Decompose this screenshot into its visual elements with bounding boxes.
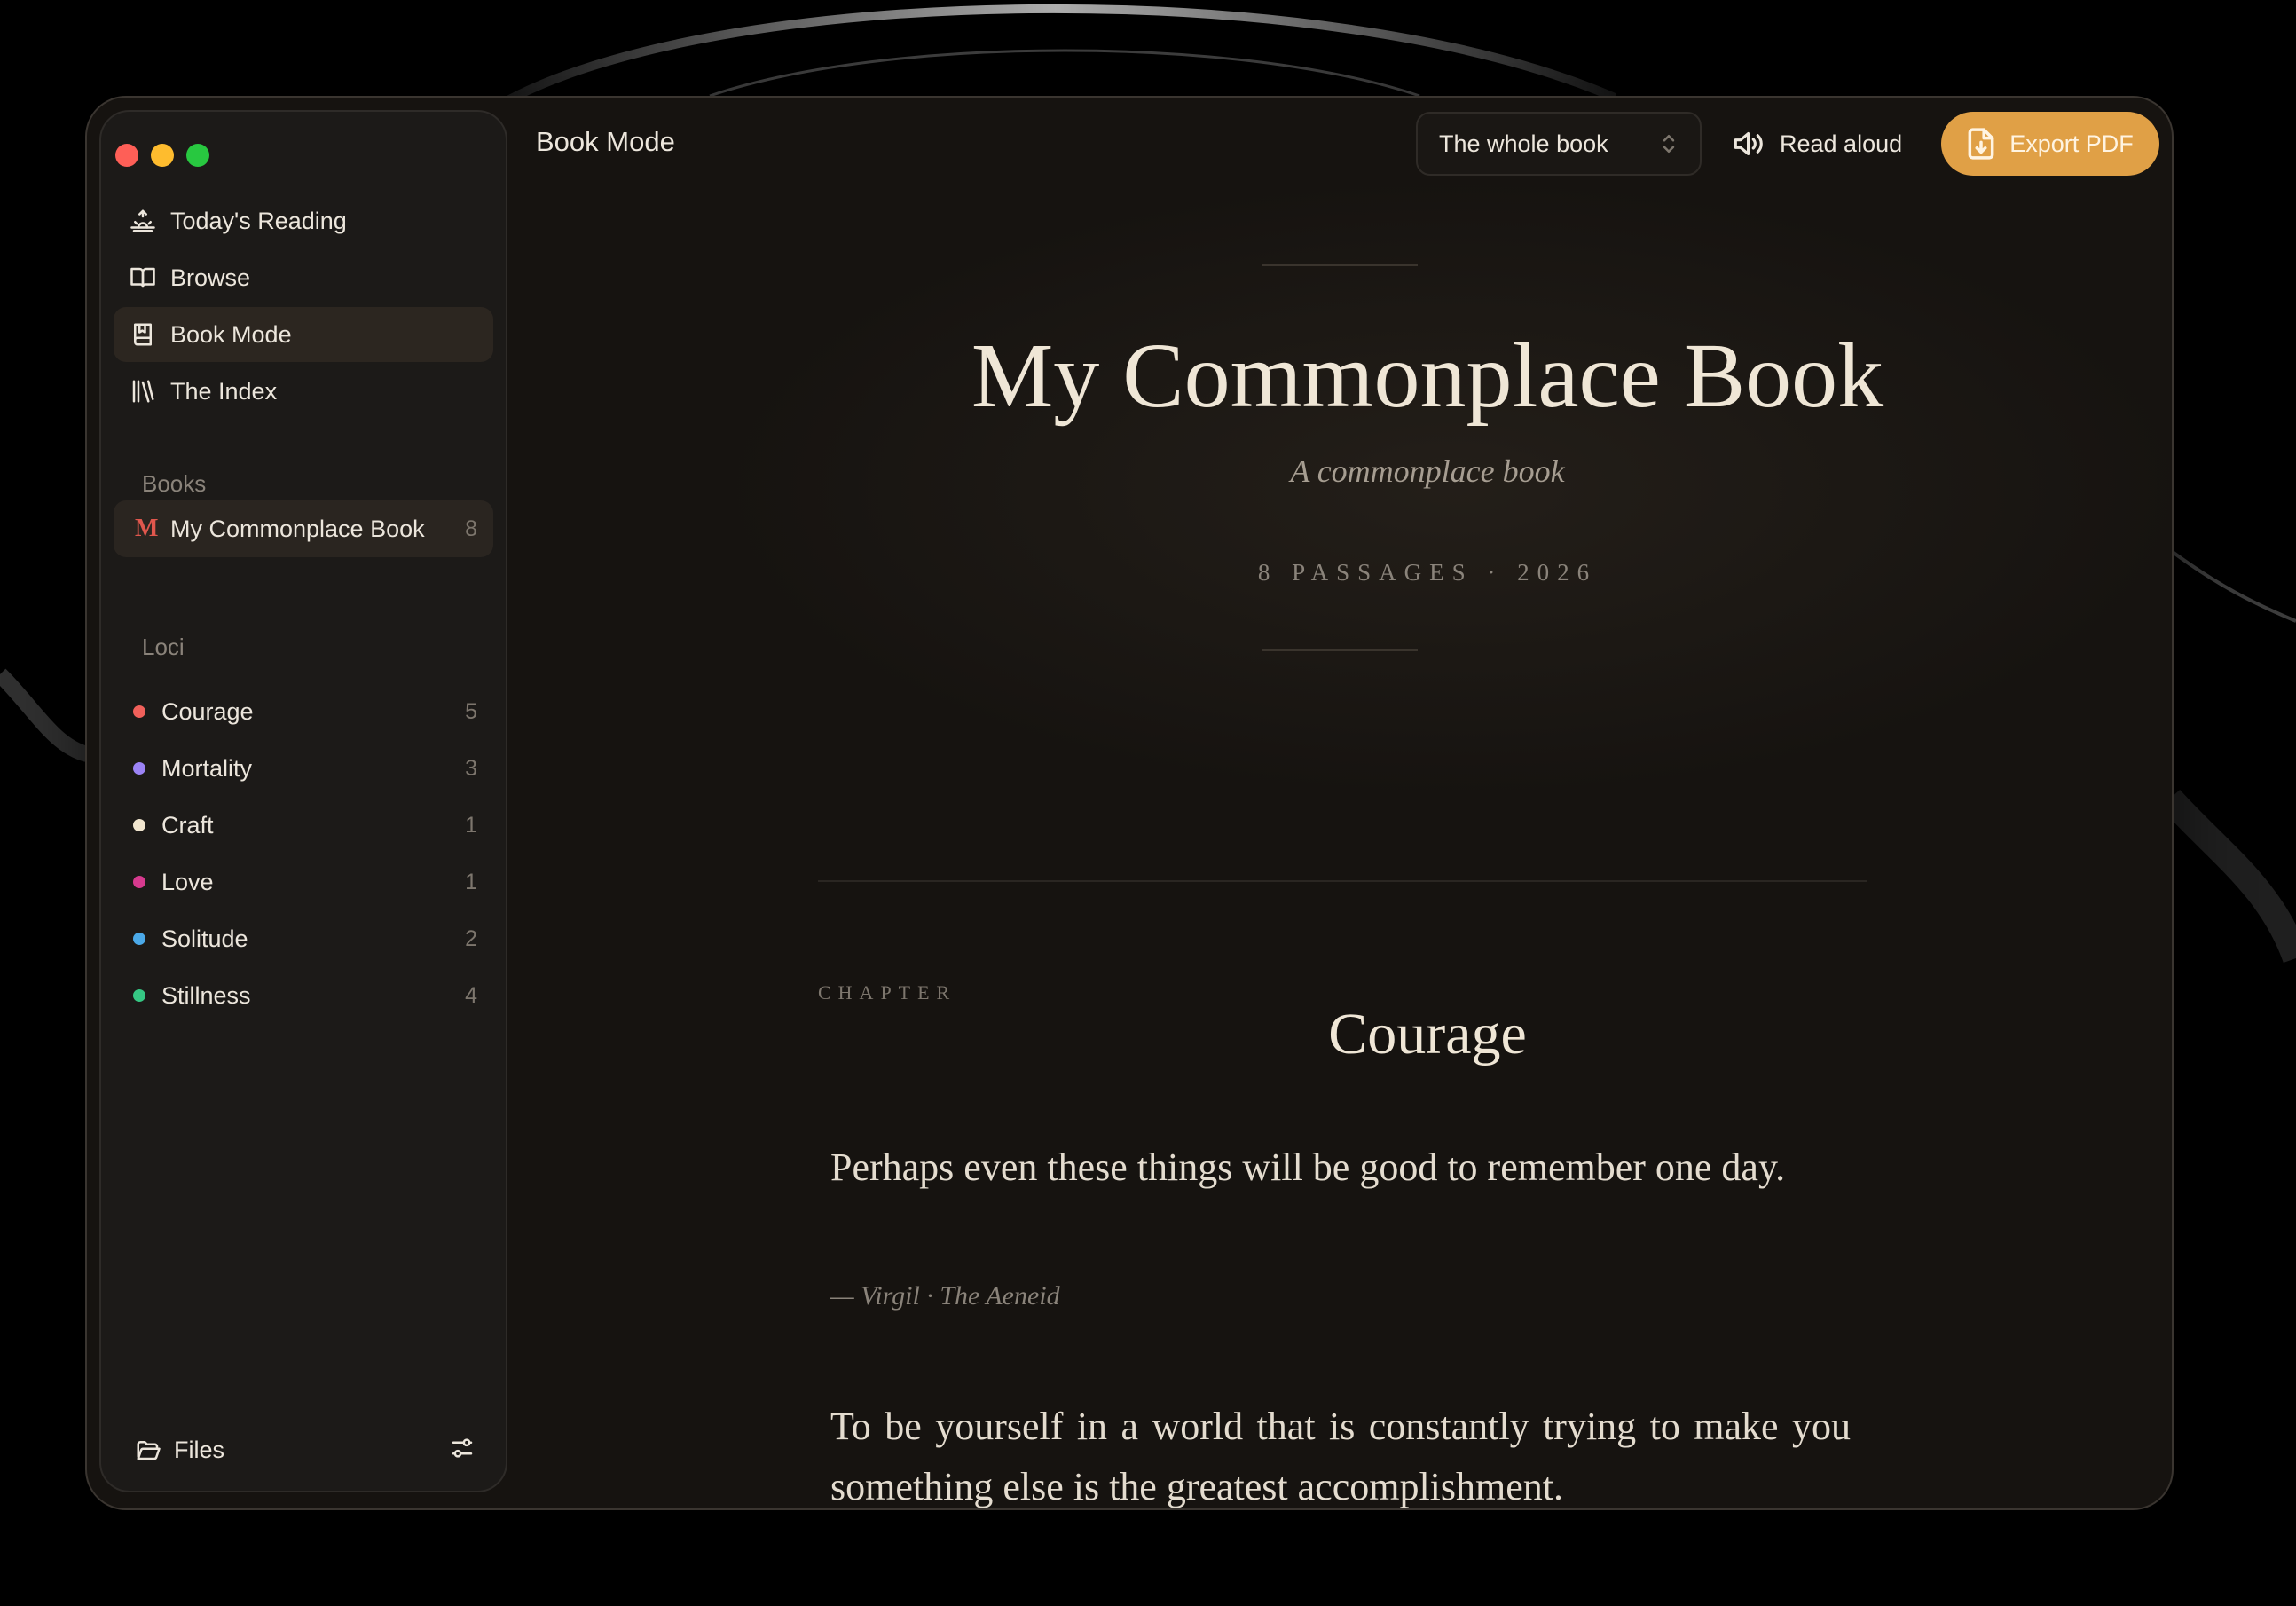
sidebar-item-label: Today's Reading: [170, 207, 347, 234]
sidebar-book-item[interactable]: M My Commonplace Book 8: [114, 500, 493, 557]
sidebar-item-the-index[interactable]: The Index: [114, 364, 493, 419]
sidebar-nav: Today's Reading Browse Book Mode The Ind…: [114, 193, 493, 421]
title-bottom-rule: [1262, 649, 1418, 651]
locus-count: 3: [465, 755, 477, 781]
locus-count: 2: [465, 925, 477, 951]
locus-color-dot: [133, 705, 145, 718]
folder-open-icon: [137, 1441, 161, 1460]
books-section-label: Books: [142, 470, 207, 497]
window-controls: [115, 144, 209, 167]
speaker-icon: [1734, 132, 1763, 156]
chevron-up-down-icon: [1663, 135, 1675, 153]
locus-count: 1: [465, 869, 477, 894]
app-window: Today's Reading Browse Book Mode The Ind…: [85, 96, 2174, 1510]
locus-color-dot: [133, 933, 145, 945]
zoom-window-button[interactable]: [186, 144, 209, 167]
sidebar-footer: Files: [135, 1430, 476, 1469]
locus-count: 5: [465, 698, 477, 724]
sidebar-item-browse[interactable]: Browse: [114, 250, 493, 305]
locus-color-dot: [133, 762, 145, 775]
locus-item-courage[interactable]: Courage 5: [114, 683, 493, 740]
locus-color-dot: [133, 989, 145, 1002]
chapter-title: Courage: [1328, 1002, 1527, 1067]
page-title: Book Mode: [536, 126, 675, 157]
read-aloud-label: Read aloud: [1780, 130, 1903, 157]
locus-color-dot: [133, 819, 145, 831]
open-book-icon: [128, 263, 158, 293]
locus-item-mortality[interactable]: Mortality 3: [114, 740, 493, 797]
sidebar: Today's Reading Browse Book Mode The Ind…: [99, 110, 507, 1492]
locus-count: 1: [465, 812, 477, 838]
sidebar-item-label: The Index: [170, 377, 278, 405]
passage-text: Perhaps even these things will be good t…: [830, 1145, 1786, 1189]
book-meta: 8 PASSAGES · 2026: [1257, 559, 1598, 586]
sidebar-item-label: Book Mode: [170, 320, 292, 348]
title-top-rule: [1262, 264, 1418, 266]
settings-button[interactable]: [449, 1435, 476, 1466]
sidebar-item-label: Browse: [170, 264, 251, 291]
locus-label: Craft: [161, 811, 214, 838]
passage-text: To be yourself in a world that is consta…: [830, 1405, 1851, 1508]
export-pdf-label: Export PDF: [2009, 130, 2134, 157]
locus-label: Mortality: [161, 754, 253, 782]
locus-item-solitude[interactable]: Solitude 2: [114, 910, 493, 967]
close-window-button[interactable]: [115, 144, 138, 167]
book-passage-count: 8: [465, 516, 477, 541]
read-aloud-button[interactable]: Read aloud: [1732, 121, 1902, 167]
files-label: Files: [174, 1436, 225, 1463]
sliders-icon: [452, 1437, 473, 1458]
minimize-window-button[interactable]: [151, 144, 174, 167]
scope-select-value: The whole book: [1439, 130, 1608, 157]
locus-item-stillness[interactable]: Stillness 4: [114, 967, 493, 1024]
sidebar-item-book-mode[interactable]: Book Mode: [114, 307, 493, 362]
files-button[interactable]: Files: [135, 1437, 224, 1464]
library-icon: [128, 376, 158, 406]
chapter-divider: [818, 880, 1867, 882]
locus-label: Love: [161, 868, 214, 895]
scope-select[interactable]: The whole book: [1416, 112, 1702, 176]
locus-item-craft[interactable]: Craft 1: [114, 797, 493, 854]
locus-count: 4: [465, 982, 477, 1008]
locus-item-love[interactable]: Love 1: [114, 854, 493, 910]
bookmark-book-icon: [128, 319, 158, 350]
sidebar-item-todays-reading[interactable]: Today's Reading: [114, 193, 493, 248]
loci-list: Courage 5 Mortality 3 Craft 1 Love 1 Sol…: [114, 683, 493, 1024]
locus-label: Courage: [161, 697, 254, 725]
locus-label: Stillness: [161, 981, 251, 1009]
locus-color-dot: [133, 876, 145, 888]
export-pdf-button[interactable]: Export PDF: [1941, 112, 2159, 176]
book-title: My Commonplace Book: [170, 515, 425, 542]
loci-section-label: Loci: [142, 634, 185, 660]
locus-label: Solitude: [161, 925, 248, 952]
file-download-icon: [1968, 128, 1994, 160]
book-title-heading: My Commonplace Book: [971, 325, 1884, 427]
sunrise-icon: [128, 206, 158, 236]
book-initial: M: [135, 515, 159, 542]
book-subtitle: A commonplace book: [1290, 453, 1565, 489]
passage-attribution: — Virgil · The Aeneid: [830, 1281, 1060, 1311]
